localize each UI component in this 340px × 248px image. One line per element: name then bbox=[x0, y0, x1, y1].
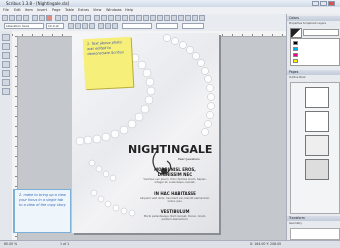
brand-subtitle: Pearl Jewellers bbox=[178, 157, 200, 161]
swatch-yellow[interactable] bbox=[293, 59, 298, 63]
colors-panel-header[interactable]: Colors bbox=[287, 16, 340, 21]
pages-panel-header[interactable]: Pages bbox=[287, 70, 340, 75]
polygon-icon[interactable] bbox=[122, 15, 128, 21]
menu-page[interactable]: Page bbox=[52, 7, 60, 14]
transform-panel-header[interactable]: Transform bbox=[287, 216, 340, 221]
yellow-note-text: 1. Text above photo was edited to demons… bbox=[86, 40, 124, 57]
section3-text: Morbi pellentesque. Nam laoreet. Donec. … bbox=[143, 215, 207, 222]
paste-icon[interactable] bbox=[85, 15, 91, 21]
hand-tool-icon[interactable] bbox=[2, 88, 10, 95]
page-thumb-1[interactable] bbox=[305, 87, 329, 108]
font-name: Liberation Sans bbox=[6, 24, 30, 28]
print-icon[interactable] bbox=[32, 15, 38, 21]
menu-view[interactable]: View bbox=[93, 7, 101, 14]
maximize-button[interactable] bbox=[320, 1, 327, 6]
align-left-icon[interactable] bbox=[68, 23, 74, 29]
swatch-magenta[interactable] bbox=[293, 53, 298, 57]
image-tool-icon[interactable] bbox=[2, 52, 10, 59]
color-mode-combo[interactable] bbox=[303, 29, 339, 36]
swatch-black[interactable] bbox=[293, 41, 298, 45]
copy-props-icon[interactable] bbox=[192, 15, 198, 21]
minimize-button[interactable] bbox=[312, 1, 319, 6]
colors-header-label: Colors bbox=[289, 16, 299, 20]
section1-text: Vivamus nec ipsum. Proin facilisis lorem… bbox=[143, 178, 207, 185]
menu-edit[interactable]: Edit bbox=[14, 7, 21, 14]
bold-icon[interactable] bbox=[98, 23, 104, 29]
italic-icon[interactable] bbox=[105, 23, 111, 29]
align-right-icon[interactable] bbox=[82, 23, 88, 29]
color-combo[interactable] bbox=[156, 23, 178, 29]
menu-extras[interactable]: Extras bbox=[78, 7, 89, 14]
page-thumbnails[interactable] bbox=[290, 82, 340, 214]
page-thumb-2[interactable] bbox=[305, 111, 329, 132]
menu-file[interactable]: File bbox=[3, 7, 9, 14]
shade-combo[interactable] bbox=[182, 23, 204, 29]
pages-header-label: Pages bbox=[289, 70, 299, 74]
line-tool-icon[interactable] bbox=[2, 70, 10, 77]
copy-icon[interactable] bbox=[78, 15, 84, 21]
font-size-combo[interactable]: 12.0 pt bbox=[46, 23, 64, 29]
page-thumb-4[interactable] bbox=[305, 159, 329, 180]
align-center-icon[interactable] bbox=[75, 23, 81, 29]
menu-bar: File Edit Item Insert Page Table Extras … bbox=[0, 7, 340, 14]
pointer-tool-icon[interactable] bbox=[2, 34, 10, 41]
zoom-tool-icon[interactable] bbox=[2, 79, 10, 86]
preflight-icon[interactable] bbox=[39, 15, 45, 21]
zoom-icon[interactable] bbox=[157, 15, 163, 21]
style-combo[interactable] bbox=[122, 23, 152, 29]
fill-stroke-icon[interactable] bbox=[290, 28, 302, 38]
freehand-icon[interactable] bbox=[143, 15, 149, 21]
section1-title2: DIGNISSIM NEC bbox=[157, 172, 193, 177]
color-list[interactable] bbox=[290, 38, 340, 66]
font-size-value: 12.0 pt bbox=[48, 24, 59, 28]
rotate-icon[interactable] bbox=[150, 15, 156, 21]
open-icon[interactable] bbox=[9, 15, 15, 21]
menu-table[interactable]: Table bbox=[65, 7, 74, 14]
font-combo[interactable]: Liberation Sans bbox=[4, 23, 44, 29]
section2-title: IN HAC HABITASSE bbox=[154, 191, 196, 196]
blue-note-text: 2. make to bring up a view your focus in… bbox=[19, 193, 66, 207]
close-doc-icon[interactable] bbox=[23, 15, 29, 21]
section2-text: Aliquam velit dolor, hendrerit vel, blan… bbox=[140, 197, 210, 204]
text-frame-icon[interactable] bbox=[101, 15, 107, 21]
pdf-icon[interactable] bbox=[46, 15, 52, 21]
brand-title: NIGHTINGALE bbox=[128, 143, 213, 156]
measure-icon[interactable] bbox=[185, 15, 191, 21]
new-icon[interactable] bbox=[2, 15, 8, 21]
underline-icon[interactable] bbox=[112, 23, 118, 29]
shape-tool-icon[interactable] bbox=[2, 61, 10, 68]
unlink-frames-icon[interactable] bbox=[178, 15, 184, 21]
right-dock: Colors Properties Scrapbook Layers Pages… bbox=[286, 14, 340, 240]
section3-title: VESTIBULUM bbox=[160, 209, 190, 214]
color-tabs[interactable]: Properties Scrapbook Layers bbox=[289, 22, 339, 26]
menu-help[interactable]: Help bbox=[125, 7, 133, 14]
window-title: Scribus 1.3.8 - [Nightingale.sla] bbox=[6, 1, 70, 6]
image-frame-icon[interactable] bbox=[108, 15, 114, 21]
blue-annotation-note[interactable]: 2. make to bring up a view your focus in… bbox=[13, 189, 71, 233]
edit-contents-icon[interactable] bbox=[164, 15, 170, 21]
menu-item[interactable]: Item bbox=[25, 7, 33, 14]
yellow-sticky-note[interactable]: 1. Text above photo was edited to demons… bbox=[82, 36, 134, 90]
line-icon[interactable] bbox=[129, 15, 135, 21]
cut-icon[interactable] bbox=[71, 15, 77, 21]
select-icon[interactable] bbox=[94, 15, 100, 21]
swatch-cyan[interactable] bbox=[293, 47, 298, 51]
bezier-icon[interactable] bbox=[136, 15, 142, 21]
transform-header-label: Transform bbox=[289, 216, 305, 220]
shape-icon[interactable] bbox=[115, 15, 121, 21]
page-thumb-3[interactable] bbox=[305, 135, 329, 156]
menu-insert[interactable]: Insert bbox=[37, 7, 47, 14]
redo-icon[interactable] bbox=[62, 15, 68, 21]
eyedropper-icon[interactable] bbox=[199, 15, 205, 21]
undo-icon[interactable] bbox=[55, 15, 61, 21]
close-button[interactable] bbox=[328, 1, 335, 6]
text-tool-icon[interactable] bbox=[2, 43, 10, 50]
save-icon[interactable] bbox=[16, 15, 22, 21]
transform-tab[interactable]: Geometry bbox=[289, 222, 339, 226]
pages-tabs[interactable]: Outline Book bbox=[289, 76, 339, 80]
link-frames-icon[interactable] bbox=[171, 15, 177, 21]
menu-windows[interactable]: Windows bbox=[106, 7, 122, 14]
justify-icon[interactable] bbox=[89, 23, 95, 29]
transform-fields[interactable] bbox=[290, 228, 340, 240]
